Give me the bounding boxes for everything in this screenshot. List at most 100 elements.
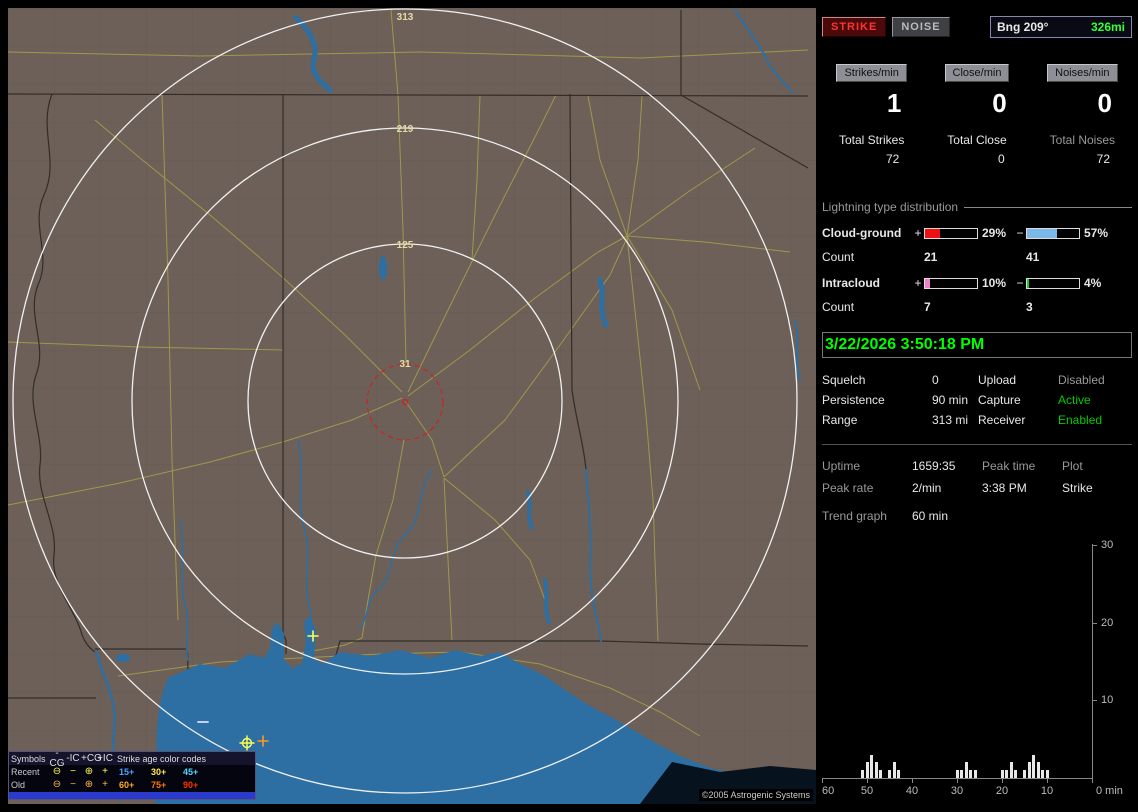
trend-bar xyxy=(1005,770,1008,778)
total-close-value: 0 xyxy=(997,152,1005,166)
distribution-title: Lightning type distribution xyxy=(822,200,959,214)
x-tick xyxy=(1002,779,1003,783)
minus-sign: − xyxy=(1016,226,1024,240)
plus-icon: + xyxy=(102,765,108,777)
trend-bar xyxy=(888,770,891,778)
noise-mode-button[interactable]: NOISE xyxy=(892,17,950,37)
trend-bar xyxy=(1032,754,1035,778)
cloud-ground-label: Cloud-ground xyxy=(822,226,902,240)
distribution-header: Lightning type distribution xyxy=(822,200,1132,214)
cloud-ground-row: Cloud-ground + 29% − 57% xyxy=(822,226,1132,240)
trend-bar xyxy=(870,754,873,778)
persistence-row: Persistence 90 min Capture Active xyxy=(822,390,1132,410)
y-tick-label: 20 xyxy=(1101,616,1114,629)
count-label: Count xyxy=(822,250,855,264)
age-code-60: 60+ xyxy=(119,779,135,790)
trend-graph-row: Trend graph 60 min xyxy=(822,509,1132,523)
peak-rate-label: Peak rate xyxy=(822,481,874,495)
age-code-15: 15+ xyxy=(119,766,135,777)
upload-label: Upload xyxy=(978,373,1017,387)
trend-bar xyxy=(1009,762,1013,778)
trend-bar xyxy=(879,770,882,778)
bearing-readout: Bng 209° 326mi xyxy=(990,16,1132,38)
x-tick xyxy=(1092,779,1093,783)
trend-chart-y-axis xyxy=(1092,544,1093,779)
trend-bar xyxy=(1045,770,1049,778)
age-code-90: 90+ xyxy=(183,779,199,790)
status-panel: STRIKE NOISE Bng 209° 326mi Strikes/min … xyxy=(822,8,1132,805)
capture-label: Capture xyxy=(978,393,1021,407)
lightning-map[interactable]: 313 219 125 31 Symbols -CG -IC +CG +IC S… xyxy=(8,8,816,804)
ic-negative-percent: 4% xyxy=(1084,276,1102,290)
mode-toolbar: STRIKE NOISE Bng 209° 326mi xyxy=(822,16,1132,38)
cg-positive-count: 21 xyxy=(924,250,938,264)
lightning-distribution-section: Lightning type distribution Cloud-ground… xyxy=(822,200,1132,314)
cg-negative-percent: 57% xyxy=(1084,226,1109,240)
bearing-distance: 326mi xyxy=(1090,20,1125,34)
plus-icon: + xyxy=(102,778,108,790)
bearing-label: Bng 209° xyxy=(997,20,1049,34)
persistence-value: 90 min xyxy=(932,393,969,407)
x-tick-label: 50 xyxy=(860,785,874,797)
squelch-row: Squelch 0 Upload Disabled xyxy=(822,370,1132,390)
y-tick xyxy=(1093,700,1097,702)
total-strikes-label: Total Strikes xyxy=(838,133,905,147)
trend-bar xyxy=(892,762,896,778)
x-tick-label: 10 xyxy=(1040,785,1054,797)
trend-bar xyxy=(861,770,864,778)
legend-symbols-title: Symbols xyxy=(11,753,46,764)
trend-bar xyxy=(897,770,900,778)
x-tick-label: 20 xyxy=(995,785,1009,797)
trend-bar xyxy=(973,770,977,778)
uptime-value: 1659:35 xyxy=(912,459,956,473)
range-label-313: 313 xyxy=(397,12,414,23)
legend-header-row: Symbols -CG -IC +CG +IC Strike age color… xyxy=(9,748,255,768)
trend-bar xyxy=(955,770,959,778)
receiver-status: Enabled xyxy=(1058,413,1103,427)
noises-column: Noises/min 0 Total Noises 72 xyxy=(1033,64,1132,166)
x-tick-label: 60 xyxy=(822,785,835,797)
receiver-label: Receiver xyxy=(978,413,1026,427)
close-per-min-chip[interactable]: Close/min xyxy=(944,64,1010,82)
x-tick xyxy=(957,779,958,783)
trend-chart: 10 20 30 60 50 40 30 20 10 0 min xyxy=(822,539,1132,800)
peak-time-value: 3:38 PM xyxy=(982,481,1027,495)
strike-mode-button[interactable]: STRIKE xyxy=(822,17,887,37)
trend-bar xyxy=(1027,762,1031,778)
strikes-per-min-chip[interactable]: Strikes/min xyxy=(836,64,907,82)
cg-negative-gauge-fill xyxy=(1027,228,1057,238)
range-label-125: 125 xyxy=(397,240,414,251)
total-noises-label: Total Noises xyxy=(1049,133,1116,147)
minus-icon: − xyxy=(70,778,76,790)
x-tick-label: 30 xyxy=(950,785,964,797)
squelch-label: Squelch xyxy=(822,373,866,387)
strikes-column: Strikes/min 1 Total Strikes 72 xyxy=(822,64,921,166)
plus-sign: + xyxy=(914,226,922,240)
intracloud-row: Intracloud + 10% − 4% xyxy=(822,276,1132,290)
legend-col-pos-cg: +CG xyxy=(81,752,102,764)
circle-plus-icon: ⊕ xyxy=(84,765,94,777)
y-tick xyxy=(1093,622,1097,624)
uptime-label: Uptime xyxy=(822,459,861,473)
cg-positive-gauge-fill xyxy=(925,228,941,238)
legend-footer-bar xyxy=(9,792,255,799)
trend-bar xyxy=(1023,770,1026,778)
trend-graph-label: Trend graph xyxy=(822,509,887,523)
age-code-75: 75+ xyxy=(151,779,167,790)
close-per-min-value: 0 xyxy=(992,88,1007,118)
cg-positive-gauge xyxy=(924,227,978,239)
plot-value: Strike xyxy=(1062,481,1093,495)
copyright-notice: ©2005 Astrogenic Systems xyxy=(698,789,813,801)
trend-bar xyxy=(969,770,972,778)
peak-time-label: Peak time xyxy=(982,459,1036,473)
age-code-45: 45+ xyxy=(183,766,199,777)
total-strikes-value: 72 xyxy=(885,152,900,166)
count-label: Count xyxy=(822,300,855,314)
close-column: Close/min 0 Total Close 0 xyxy=(927,64,1026,166)
noises-per-min-value: 0 xyxy=(1097,88,1112,118)
noises-per-min-chip[interactable]: Noises/min xyxy=(1047,64,1118,82)
ic-negative-count: 3 xyxy=(1026,300,1033,314)
capture-status: Active xyxy=(1058,393,1091,407)
x-tick xyxy=(912,779,913,783)
squelch-value: 0 xyxy=(932,373,939,387)
